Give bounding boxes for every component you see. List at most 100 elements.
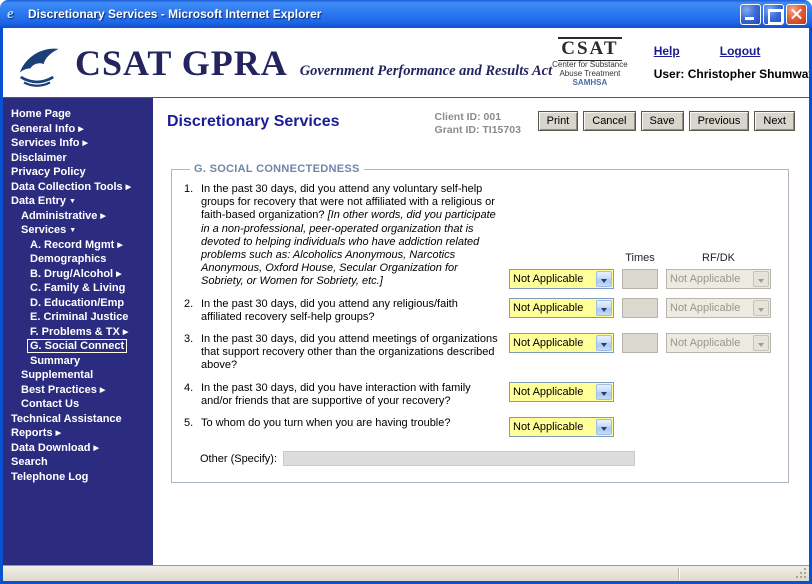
social-connectedness-section: G. SOCIAL CONNECTEDNESS 1. In the past 3… bbox=[171, 163, 789, 483]
cancel-button[interactable]: Cancel bbox=[583, 111, 635, 131]
sidebar-item-best-practices[interactable]: Best Practices▶ bbox=[3, 383, 153, 398]
question-controls: Not Applicable bbox=[509, 382, 614, 402]
q1-answer-select[interactable]: Not Applicable bbox=[509, 269, 614, 289]
q5-answer-select[interactable]: Not Applicable bbox=[509, 417, 614, 437]
csat-logo-name: CSAT bbox=[558, 37, 621, 61]
main-content: Discretionary Services Client ID: 001 Gr… bbox=[153, 98, 809, 565]
sidebar-item-home-page[interactable]: Home Page bbox=[3, 107, 153, 122]
title-bar[interactable]: e Discretionary Services - Microsoft Int… bbox=[0, 0, 812, 28]
question-1: 1. In the past 30 days, did you attend a… bbox=[184, 183, 782, 289]
page-header: Discretionary Services Client ID: 001 Gr… bbox=[167, 108, 795, 137]
question-5: 5. To whom do you turn when you are havi… bbox=[184, 417, 782, 437]
sidebar-item-administrative[interactable]: Administrative▶ bbox=[3, 209, 153, 224]
q3-answer-select[interactable]: Not Applicable bbox=[509, 333, 614, 353]
expand-arrow-icon: ▶ bbox=[100, 213, 105, 220]
status-bar-divider bbox=[678, 568, 679, 579]
sidebar-item-services[interactable]: Services▼ bbox=[3, 223, 153, 238]
expand-arrow-icon: ▶ bbox=[78, 126, 83, 133]
help-link[interactable]: Help bbox=[654, 44, 680, 58]
print-button[interactable]: Print bbox=[538, 111, 579, 131]
client-id: Client ID: 001 bbox=[435, 111, 521, 124]
chevron-down-icon[interactable] bbox=[596, 335, 612, 351]
question-number: 1. bbox=[184, 183, 201, 289]
record-ids: Client ID: 001 Grant ID: TI15703 bbox=[435, 108, 521, 137]
sidebar-item-e-criminal-justice[interactable]: E. Criminal Justice bbox=[3, 310, 153, 325]
expand-arrow-icon: ▶ bbox=[126, 184, 131, 191]
sidebar-item-d-education-emp[interactable]: D. Education/Emp bbox=[3, 296, 153, 311]
q3-times-input bbox=[622, 333, 658, 353]
save-button[interactable]: Save bbox=[641, 111, 684, 131]
samhsa-label: SAMHSA bbox=[552, 79, 628, 88]
other-specify-input bbox=[283, 451, 635, 466]
question-text: In the past 30 days, did you attend meet… bbox=[201, 333, 499, 373]
q4-answer-select[interactable]: Not Applicable bbox=[509, 382, 614, 402]
chevron-down-icon bbox=[753, 335, 769, 351]
expand-arrow-icon: ▶ bbox=[93, 445, 98, 452]
csat-logo: CSAT Center for Substance Abuse Treatmen… bbox=[552, 37, 628, 87]
page-title: Discretionary Services bbox=[167, 108, 340, 131]
sidebar-item-data-collection-tools[interactable]: Data Collection Tools▶ bbox=[3, 180, 153, 195]
chevron-down-icon[interactable] bbox=[596, 300, 612, 316]
sidebar-item-a-record-mgmt[interactable]: A. Record Mgmt▶ bbox=[3, 238, 153, 253]
control-row: Not Applicable bbox=[509, 382, 614, 402]
sidebar-item-disclaimer[interactable]: Disclaimer bbox=[3, 151, 153, 166]
question-text: In the past 30 days, did you attend any … bbox=[201, 298, 499, 324]
sidebar-item-technical-assistance[interactable]: Technical Assistance bbox=[3, 412, 153, 427]
question-text: In the past 30 days, did you attend any … bbox=[201, 183, 499, 289]
control-row: Not Applicable bbox=[509, 417, 614, 437]
sidebar-item-supplemental[interactable]: Supplemental bbox=[3, 368, 153, 383]
sidebar-item-reports[interactable]: Reports▶ bbox=[3, 426, 153, 441]
chevron-down-icon[interactable] bbox=[596, 384, 612, 400]
sidebar-item-general-info[interactable]: General Info▶ bbox=[3, 122, 153, 137]
times-column-header: Times bbox=[622, 252, 658, 264]
sidebar-item-privacy-policy[interactable]: Privacy Policy bbox=[3, 165, 153, 180]
expand-arrow-icon: ▶ bbox=[116, 271, 121, 278]
expand-arrow-icon: ▶ bbox=[100, 387, 105, 394]
collapse-arrow-icon: ▼ bbox=[69, 198, 76, 205]
chevron-down-icon[interactable] bbox=[596, 271, 612, 287]
q2-answer-select[interactable]: Not Applicable bbox=[509, 298, 614, 318]
rfdk-column-header: RF/DK bbox=[666, 252, 771, 264]
sidebar-item-services-info[interactable]: Services Info▶ bbox=[3, 136, 153, 151]
sidebar-item-demographics[interactable]: Demographics bbox=[3, 252, 153, 267]
expand-arrow-icon: ▶ bbox=[123, 329, 128, 336]
brand-tagline: Government Performance and Results Act bbox=[300, 63, 552, 80]
close-icon[interactable] bbox=[786, 4, 807, 25]
sidebar-item-telephone-log[interactable]: Telephone Log bbox=[3, 470, 153, 485]
sidebar-item-f-problems-tx[interactable]: F. Problems & TX▶ bbox=[3, 325, 153, 340]
sidebar-item-search[interactable]: Search bbox=[3, 455, 153, 470]
previous-button[interactable]: Previous bbox=[689, 111, 750, 131]
logged-in-user: User: Christopher Shumway bbox=[654, 67, 812, 81]
chevron-down-icon bbox=[753, 271, 769, 287]
sidebar-nav: Home Page General Info▶ Services Info▶ D… bbox=[3, 98, 153, 565]
column-headers: Times RF/DK bbox=[509, 252, 771, 264]
q1-times-input bbox=[622, 269, 658, 289]
status-bar bbox=[3, 565, 809, 581]
sidebar-item-summary[interactable]: Summary bbox=[3, 354, 153, 369]
question-controls: Not Applicable Not Applicable bbox=[509, 298, 771, 318]
question-2: 2. In the past 30 days, did you attend a… bbox=[184, 298, 782, 324]
window-controls bbox=[740, 4, 807, 25]
sidebar-item-data-download[interactable]: Data Download▶ bbox=[3, 441, 153, 456]
app-header: CSAT GPRA Government Performance and Res… bbox=[3, 28, 809, 98]
sidebar-item-contact-us[interactable]: Contact Us bbox=[3, 397, 153, 412]
sidebar-item-data-entry[interactable]: Data Entry▼ bbox=[3, 194, 153, 209]
toolbar: Print Cancel Save Previous Next bbox=[538, 108, 795, 131]
question-number: 3. bbox=[184, 333, 201, 373]
brand: CSAT GPRA Government Performance and Res… bbox=[75, 42, 552, 84]
control-row: Not Applicable Not Applicable bbox=[509, 298, 771, 318]
chevron-down-icon[interactable] bbox=[596, 419, 612, 435]
sidebar-item-c-family-living[interactable]: C. Family & Living bbox=[3, 281, 153, 296]
sidebar-item-b-drug-alcohol[interactable]: B. Drug/Alcohol▶ bbox=[3, 267, 153, 282]
other-specify-row: Other (Specify): bbox=[200, 451, 782, 466]
logout-link[interactable]: Logout bbox=[720, 44, 761, 58]
window-frame: CSAT GPRA Government Performance and Res… bbox=[0, 28, 812, 584]
minimize-icon[interactable] bbox=[740, 4, 761, 25]
question-number: 2. bbox=[184, 298, 201, 324]
maximize-icon[interactable] bbox=[763, 4, 784, 25]
control-row: Not Applicable Not Applicable bbox=[509, 333, 771, 353]
expand-arrow-icon: ▶ bbox=[56, 430, 61, 437]
next-button[interactable]: Next bbox=[754, 111, 795, 131]
sidebar-item-g-social-connect[interactable]: G. Social Connect bbox=[3, 339, 153, 354]
question-text: To whom do you turn when you are having … bbox=[201, 417, 499, 437]
